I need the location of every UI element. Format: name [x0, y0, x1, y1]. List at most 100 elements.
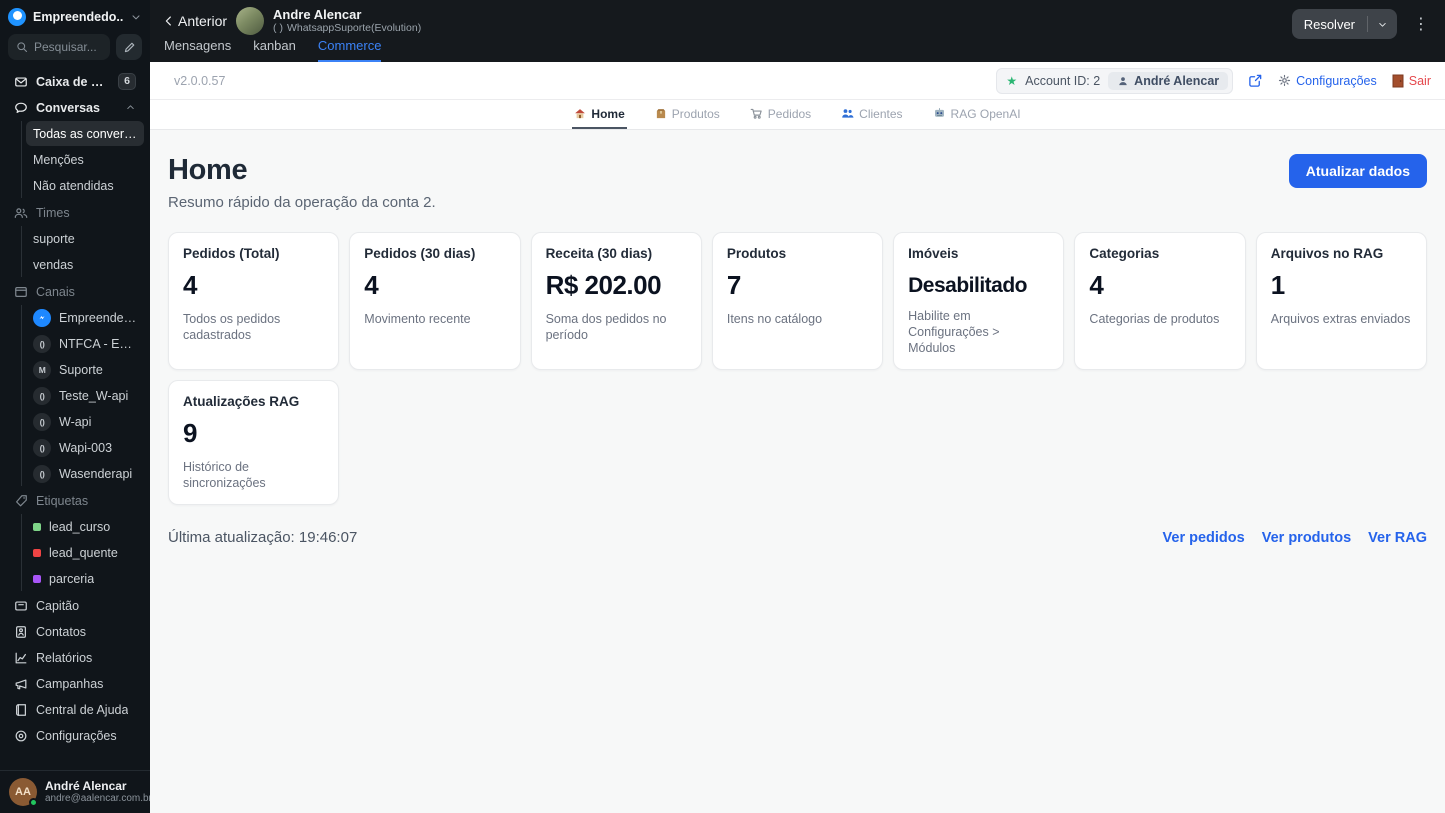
sidebar-item-label: Wasenderapi: [59, 466, 133, 481]
sidebar-item-label: lead_quente: [49, 545, 118, 560]
sidebar-channel-ntfca[interactable]: () NTFCA - Empre...: [26, 331, 144, 356]
sidebar-channel-wapi-003[interactable]: () Wapi-003: [26, 435, 144, 460]
sidebar-channel-wasenderapi[interactable]: () Wasenderapi: [26, 461, 144, 486]
person-icon: [1119, 76, 1127, 85]
sidebar-item-label: lead_curso: [49, 519, 111, 534]
sidebar-item-label: Empreendedor(...: [59, 310, 137, 325]
chart-icon: [15, 652, 27, 663]
card-title: Arquivos no RAG: [1270, 246, 1384, 261]
footer-links: Ver pedidos Ver produtos Ver RAG: [1163, 530, 1427, 546]
sidebar-item-label: Contatos: [36, 624, 87, 639]
sidebar-item-capitao[interactable]: Capitão: [6, 593, 144, 618]
contact-avatar[interactable]: [236, 7, 265, 35]
settings-label: Configurações: [1296, 73, 1377, 88]
commerce-tab-pedidos[interactable]: Pedidos: [748, 100, 813, 129]
resolve-dropdown-toggle[interactable]: [1368, 19, 1397, 30]
contact-name: Andre Alencar: [273, 7, 362, 22]
tab-mensagens[interactable]: Mensagens: [164, 38, 231, 62]
commerce-topbar-right: ★ Account ID: 2 André Alencar Configuraç…: [996, 67, 1431, 94]
stats-cards: Pedidos (Total) 4 Todos os pedidos cadas…: [168, 232, 1427, 505]
account-user-chip[interactable]: André Alencar: [1108, 71, 1229, 90]
star-icon: ★: [1006, 73, 1018, 88]
workspace-switcher[interactable]: Empreendedo...: [0, 5, 150, 32]
sidebar-channel-empreendedor[interactable]: Empreendedor(...: [26, 305, 144, 330]
api-channel-icon: (): [33, 386, 51, 405]
sidebar-label-lead-curso[interactable]: lead_curso: [26, 514, 144, 539]
section-times[interactable]: Times: [6, 200, 144, 225]
card-caption: Soma dos pedidos no período: [545, 312, 667, 342]
card-value: 4: [183, 270, 197, 300]
sidebar-item-relatorios[interactable]: Relatórios: [6, 645, 144, 670]
section-canais[interactable]: Canais: [6, 279, 144, 304]
sidebar-item-contatos[interactable]: Contatos: [6, 619, 144, 644]
contact-book-icon: [16, 625, 26, 638]
link-ver-pedidos[interactable]: Ver pedidos: [1163, 530, 1245, 546]
people-icon: [842, 109, 854, 118]
main-area: Anterior Andre Alencar ( ) WhatsappSupor…: [150, 0, 1445, 813]
search-box[interactable]: [8, 34, 110, 60]
sidebar-item-inbox[interactable]: Caixa de Entrada 6: [6, 69, 144, 94]
compose-button[interactable]: [116, 34, 142, 60]
sidebar-item-central-de-ajuda[interactable]: Central de Ajuda: [6, 697, 144, 722]
logout-link[interactable]: Sair: [1392, 74, 1431, 88]
sidebar-channel-w-api[interactable]: () W-api: [26, 409, 144, 434]
resolve-button[interactable]: Resolver: [1291, 9, 1397, 39]
tab-kanban[interactable]: kanban: [253, 38, 296, 62]
sidebar-item-label: Todas as conversas: [33, 126, 137, 141]
search-input[interactable]: [34, 40, 102, 54]
commerce-tab-home[interactable]: Home: [572, 100, 627, 129]
search-row: [0, 32, 150, 68]
sidebar-item-label: Caixa de Entrada: [36, 74, 111, 89]
book-icon: [16, 703, 26, 716]
tab-commerce[interactable]: Commerce: [317, 38, 382, 62]
commerce-tab-produtos[interactable]: Produtos: [653, 100, 722, 129]
card-value: 4: [1089, 270, 1104, 300]
card-caption: Itens no catálogo: [726, 312, 823, 326]
sidebar-item-todas-as-conversas[interactable]: Todas as conversas: [26, 121, 144, 146]
sidebar-item-conversas[interactable]: Conversas: [6, 95, 144, 120]
link-ver-rag[interactable]: Ver RAG: [1368, 530, 1427, 546]
chatwoot-logo-icon: [8, 8, 26, 26]
workspace-name: Empreendedo...: [33, 10, 123, 24]
back-button[interactable]: Anterior: [162, 13, 227, 29]
sidebar-item-vendas[interactable]: vendas: [26, 252, 144, 277]
commerce-tab-rag-openai[interactable]: RAG OpenAI: [931, 100, 1023, 129]
contact-channel: ( ) WhatsappSuporte(Evolution): [273, 22, 421, 35]
sidebar-label-parceria[interactable]: parceria: [26, 566, 144, 591]
commerce-tab-clientes[interactable]: Clientes: [839, 100, 904, 129]
pencil-icon: [124, 42, 134, 52]
sidebar-item-configuracoes[interactable]: Configurações: [6, 723, 144, 748]
refresh-data-button[interactable]: Atualizar dados: [1288, 154, 1427, 188]
sidebar-item-nao-atendidas[interactable]: Não atendidas: [26, 173, 144, 198]
user-email: andre@aalencar.com.br: [45, 793, 152, 804]
sidebar-item-campanhas[interactable]: Campanhas: [6, 671, 144, 696]
link-ver-produtos[interactable]: Ver produtos: [1262, 530, 1351, 546]
open-external-button[interactable]: [1248, 73, 1263, 88]
sidebar-channel-suporte[interactable]: M Suporte: [26, 357, 144, 382]
section-etiquetas[interactable]: Etiquetas: [6, 488, 144, 513]
more-options-button[interactable]: ⋮: [1409, 12, 1433, 36]
user-profile[interactable]: AA André Alencar andre@aalencar.com.br: [0, 770, 152, 813]
commerce-settings-link[interactable]: Configurações: [1278, 74, 1377, 88]
tab-label: Produtos: [671, 106, 720, 121]
sidebar-channel-teste-w-api[interactable]: () Teste_W-api: [26, 383, 144, 408]
sidebar-content: Empreendedo... Caixa de Entrada 6 C: [0, 0, 150, 770]
commerce-tabs: Home Produtos Pedidos Clientes RAG OpenA…: [150, 100, 1445, 130]
sidebar-item-label: NTFCA - Empre...: [59, 336, 137, 351]
sidebar-item-suporte[interactable]: suporte: [26, 226, 144, 251]
avatar: AA: [9, 778, 38, 807]
sidebar-label-lead-quente[interactable]: lead_quente: [26, 540, 144, 565]
search-icon: [17, 42, 28, 53]
megaphone-icon: [15, 678, 27, 689]
user-name: André Alencar: [45, 779, 127, 793]
sidebar-item-label: Campanhas: [36, 676, 104, 691]
section-label: Etiquetas: [36, 493, 89, 508]
sidebar-item-label: Suporte: [59, 362, 103, 377]
chevron-up-icon: [127, 105, 134, 110]
sidebar-item-mencoes[interactable]: Menções: [26, 147, 144, 172]
card-caption: Todos os pedidos cadastrados: [183, 312, 281, 342]
card-value: Desabilitado: [908, 274, 1028, 297]
commerce-topbar: v2.0.0.57 ★ Account ID: 2 André Alencar: [150, 62, 1445, 100]
conversation-header-left: Anterior Andre Alencar ( ) WhatsappSupor…: [150, 0, 1445, 35]
online-status-dot: [29, 798, 38, 807]
